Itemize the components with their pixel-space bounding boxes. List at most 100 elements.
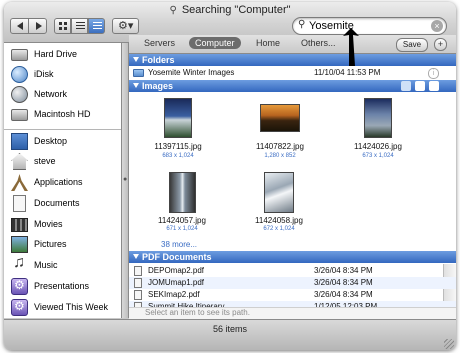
sidebar-item-label: Network <box>34 89 68 99</box>
action-menu-button[interactable]: ⚙▾ <box>112 18 139 34</box>
disclosure-triangle-icon[interactable] <box>133 57 139 62</box>
disclosure-triangle-icon[interactable] <box>133 254 139 259</box>
column-view-button[interactable] <box>88 18 105 34</box>
path-hint: Select an item to see its path. <box>145 308 250 317</box>
list-mode-icon[interactable] <box>415 81 425 91</box>
scope-bar: Servers Computer Home Others... Save + <box>129 35 456 54</box>
sidebar-item-label: steve <box>34 156 56 166</box>
item-date: 11/10/04 11:53 PM <box>314 68 381 77</box>
sidebar-item-movies[interactable]: Movies <box>4 215 121 235</box>
image-thumbnail[interactable] <box>260 104 300 132</box>
group-header-folders[interactable]: Folders <box>129 54 456 66</box>
sidebar-item-idisk[interactable]: iDisk <box>4 65 121 85</box>
item-name: Yosemite Winter Images <box>148 68 235 77</box>
sidebar-item-applications[interactable]: Applications <box>4 173 121 193</box>
status-bar: 56 items <box>4 319 456 350</box>
list-view-button[interactable] <box>71 18 88 34</box>
sidebar-item-label: Viewed This Week <box>34 302 109 312</box>
scope-servers[interactable]: Servers <box>144 38 175 48</box>
group-header-images[interactable]: Images <box>129 80 456 92</box>
sidebar-item-label: Macintosh HD <box>34 109 91 119</box>
sidebar-item-documents[interactable]: Documents <box>4 194 121 214</box>
pictures-icon <box>11 236 28 253</box>
music-icon <box>11 254 28 274</box>
sidebar-item-network[interactable]: Network <box>4 85 121 105</box>
sidebar-item-label: Pictures <box>34 239 67 249</box>
smart-folder-icon <box>11 299 28 316</box>
image-size: 673 x 1,024 <box>362 153 394 159</box>
group-title: PDF Documents <box>142 252 212 262</box>
sidebar-item-viewed-this-week[interactable]: Viewed This Week <box>4 298 121 318</box>
sidebar-item-presentations[interactable]: Presentations <box>4 277 121 297</box>
slideshow-icon[interactable] <box>401 81 411 91</box>
image-name: 11397115.jpg <box>154 142 202 151</box>
sidebar-item-desktop[interactable]: Desktop <box>4 132 121 152</box>
pdf-file-icon <box>134 278 142 288</box>
finder-window: ⚲ Searching "Computer" ⚙▾ ⚲ Yosemite × H… <box>4 2 456 350</box>
image-name: 11424026.jpg <box>354 142 402 151</box>
documents-icon <box>13 195 26 212</box>
clear-search-icon[interactable]: × <box>431 20 443 32</box>
forward-arrow-icon <box>36 22 42 30</box>
save-search-button[interactable]: Save <box>396 38 428 52</box>
sidebar-item-label: Desktop <box>34 136 68 146</box>
pdf-file-icon <box>134 266 142 276</box>
view-switcher <box>54 18 106 34</box>
sidebar-item-hard-drive[interactable]: Hard Drive <box>4 45 121 65</box>
info-icon[interactable]: i <box>428 68 439 79</box>
scope-computer[interactable]: Computer <box>189 37 241 49</box>
item-date: 3/26/04 8:34 PM <box>314 290 373 299</box>
item-count: 56 items <box>212 324 247 334</box>
sidebar-item-label: Applications <box>34 177 83 187</box>
sidebar-item-label: iDisk <box>34 69 54 79</box>
splitter-grip-icon: ● <box>123 176 128 183</box>
image-thumbnail[interactable] <box>364 98 392 138</box>
table-row[interactable]: SEKImap2.pdf 3/26/04 8:34 PM <box>129 289 456 301</box>
sidebar-item-music[interactable]: Music <box>4 254 121 276</box>
image-thumbnail[interactable] <box>169 172 196 213</box>
sidebar-item-label: Presentations <box>34 281 90 291</box>
scope-others[interactable]: Others... <box>301 38 336 48</box>
image-thumbnail[interactable] <box>264 172 294 213</box>
search-field[interactable]: ⚲ Yosemite × <box>292 17 447 35</box>
hard-drive-icon <box>11 49 28 61</box>
forward-button[interactable] <box>28 18 47 34</box>
folder-icon <box>133 69 144 77</box>
resize-grip-icon[interactable] <box>444 339 454 349</box>
sidebar-item-label: Music <box>34 260 58 270</box>
scope-home[interactable]: Home <box>256 38 280 48</box>
add-criteria-button[interactable]: + <box>434 38 447 51</box>
item-name: DEPOmap2.pdf <box>148 266 205 275</box>
back-button[interactable] <box>10 18 29 34</box>
image-size: 671 x 1,024 <box>166 226 198 232</box>
image-name: 11407822.jpg <box>256 142 304 151</box>
sidebar-item-label: Movies <box>34 219 63 229</box>
image-size: 672 x 1,024 <box>263 226 295 232</box>
item-name: SEKImap2.pdf <box>148 290 200 299</box>
pdf-file-icon <box>134 290 142 300</box>
column-view-icon <box>93 22 102 31</box>
sidebar-divider <box>4 129 121 130</box>
table-row[interactable]: DEPOmap2.pdf 3/26/04 8:34 PM <box>129 265 456 277</box>
icon-view-button[interactable] <box>54 18 71 34</box>
smart-folder-icon <box>11 278 28 295</box>
icon-mode-icon[interactable] <box>429 81 439 91</box>
home-icon <box>11 153 28 170</box>
disclosure-triangle-icon[interactable] <box>133 83 139 88</box>
sidebar-item-label: Hard Drive <box>34 49 78 59</box>
group-title: Images <box>142 81 174 91</box>
image-thumbnail[interactable] <box>164 98 192 138</box>
sidebar-item-pictures[interactable]: Pictures <box>4 235 121 255</box>
table-row[interactable]: JOMUmap1.pdf 3/26/04 8:34 PM <box>129 277 456 289</box>
item-date: 3/26/04 8:34 PM <box>314 266 373 275</box>
sidebar-item-steve[interactable]: steve <box>4 152 121 172</box>
search-icon: ⚲ <box>298 19 306 30</box>
sidebar-splitter[interactable]: ● <box>122 43 129 318</box>
more-images-link[interactable]: 38 more... <box>161 240 197 249</box>
group-header-pdf-documents[interactable]: PDF Documents <box>129 251 456 263</box>
hard-drive-icon <box>11 109 28 121</box>
item-name: JOMUmap1.pdf <box>148 278 205 287</box>
search-title-icon: ⚲ <box>169 5 177 16</box>
list-item[interactable]: Yosemite Winter Images 11/10/04 11:53 PM… <box>129 67 456 79</box>
sidebar-item-macintosh-hd[interactable]: Macintosh HD <box>4 105 121 125</box>
